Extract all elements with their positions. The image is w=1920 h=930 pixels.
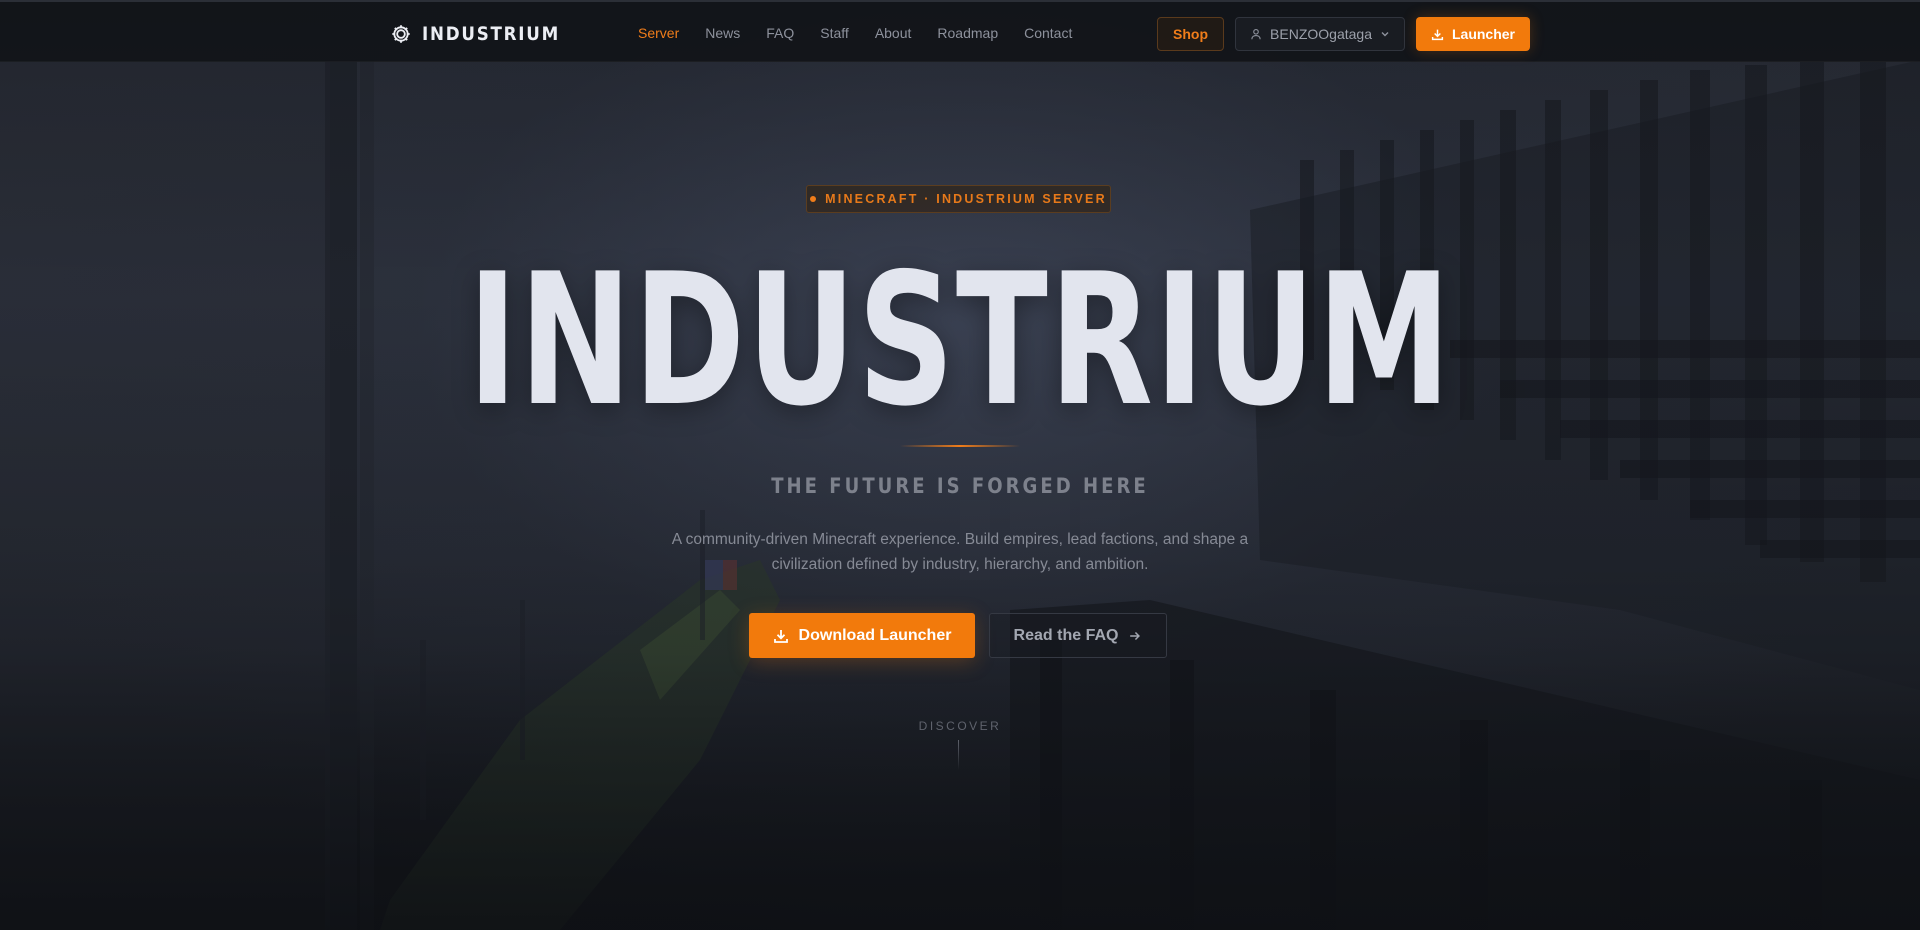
server-badge: MINECRAFT · INDUSTRIUM SERVER [806,185,1111,213]
background-overlay [0,0,1920,930]
title-divider [900,445,1020,447]
gear-icon [392,25,410,43]
hero-cta-group: Download Launcher Read the FAQ [749,613,1167,658]
shop-button[interactable]: Shop [1157,17,1225,51]
read-faq-button[interactable]: Read the FAQ [989,613,1167,658]
download-icon [773,629,788,643]
badge-dot-icon [810,196,817,202]
brand-name: INDUSTRIUM [422,23,561,45]
nav-link-server[interactable]: Server [638,25,679,41]
read-faq-label: Read the FAQ [1013,626,1119,644]
user-icon [1251,28,1261,40]
nav-link-news[interactable]: News [705,25,740,41]
discover-scroll-hint[interactable]: DISCOVER [0,719,1920,733]
brand-logo[interactable]: INDUSTRIUM [390,20,579,48]
nav-actions: Shop BENZOOgataga Launcher [1157,17,1530,51]
launcher-button[interactable]: Launcher [1415,17,1530,51]
nav-link-staff[interactable]: Staff [820,25,849,41]
badge-text: MINECRAFT · INDUSTRIUM SERVER [825,192,1107,206]
download-icon [1431,29,1444,40]
hero-description: A community-driven Minecraft experience.… [671,531,1249,573]
nav-link-faq[interactable]: FAQ [766,25,794,41]
shop-button-label: Shop [1173,26,1209,42]
nav-link-contact[interactable]: Contact [1024,25,1072,41]
username: BENZOOgataga [1270,26,1372,42]
hero-title: INDUSTRIUM [467,234,1453,446]
top-navbar: INDUSTRIUM Server News FAQ Staff About R… [0,0,1920,62]
main-navigation: Server News FAQ Staff About Roadmap Cont… [638,2,1072,64]
hero-tagline: THE FUTURE IS FORGED HERE [771,474,1149,498]
hero-background [0,0,1920,930]
nav-link-roadmap[interactable]: Roadmap [937,25,998,41]
user-menu-dropdown[interactable]: BENZOOgataga [1235,17,1405,51]
download-launcher-button[interactable]: Download Launcher [749,613,975,658]
chevron-down-icon [1381,32,1389,37]
download-launcher-label: Download Launcher [798,626,952,644]
nav-link-about[interactable]: About [875,25,912,41]
arrow-right-icon [1130,631,1141,640]
discover-scroll-line [958,740,959,770]
launcher-button-label: Launcher [1451,26,1515,42]
